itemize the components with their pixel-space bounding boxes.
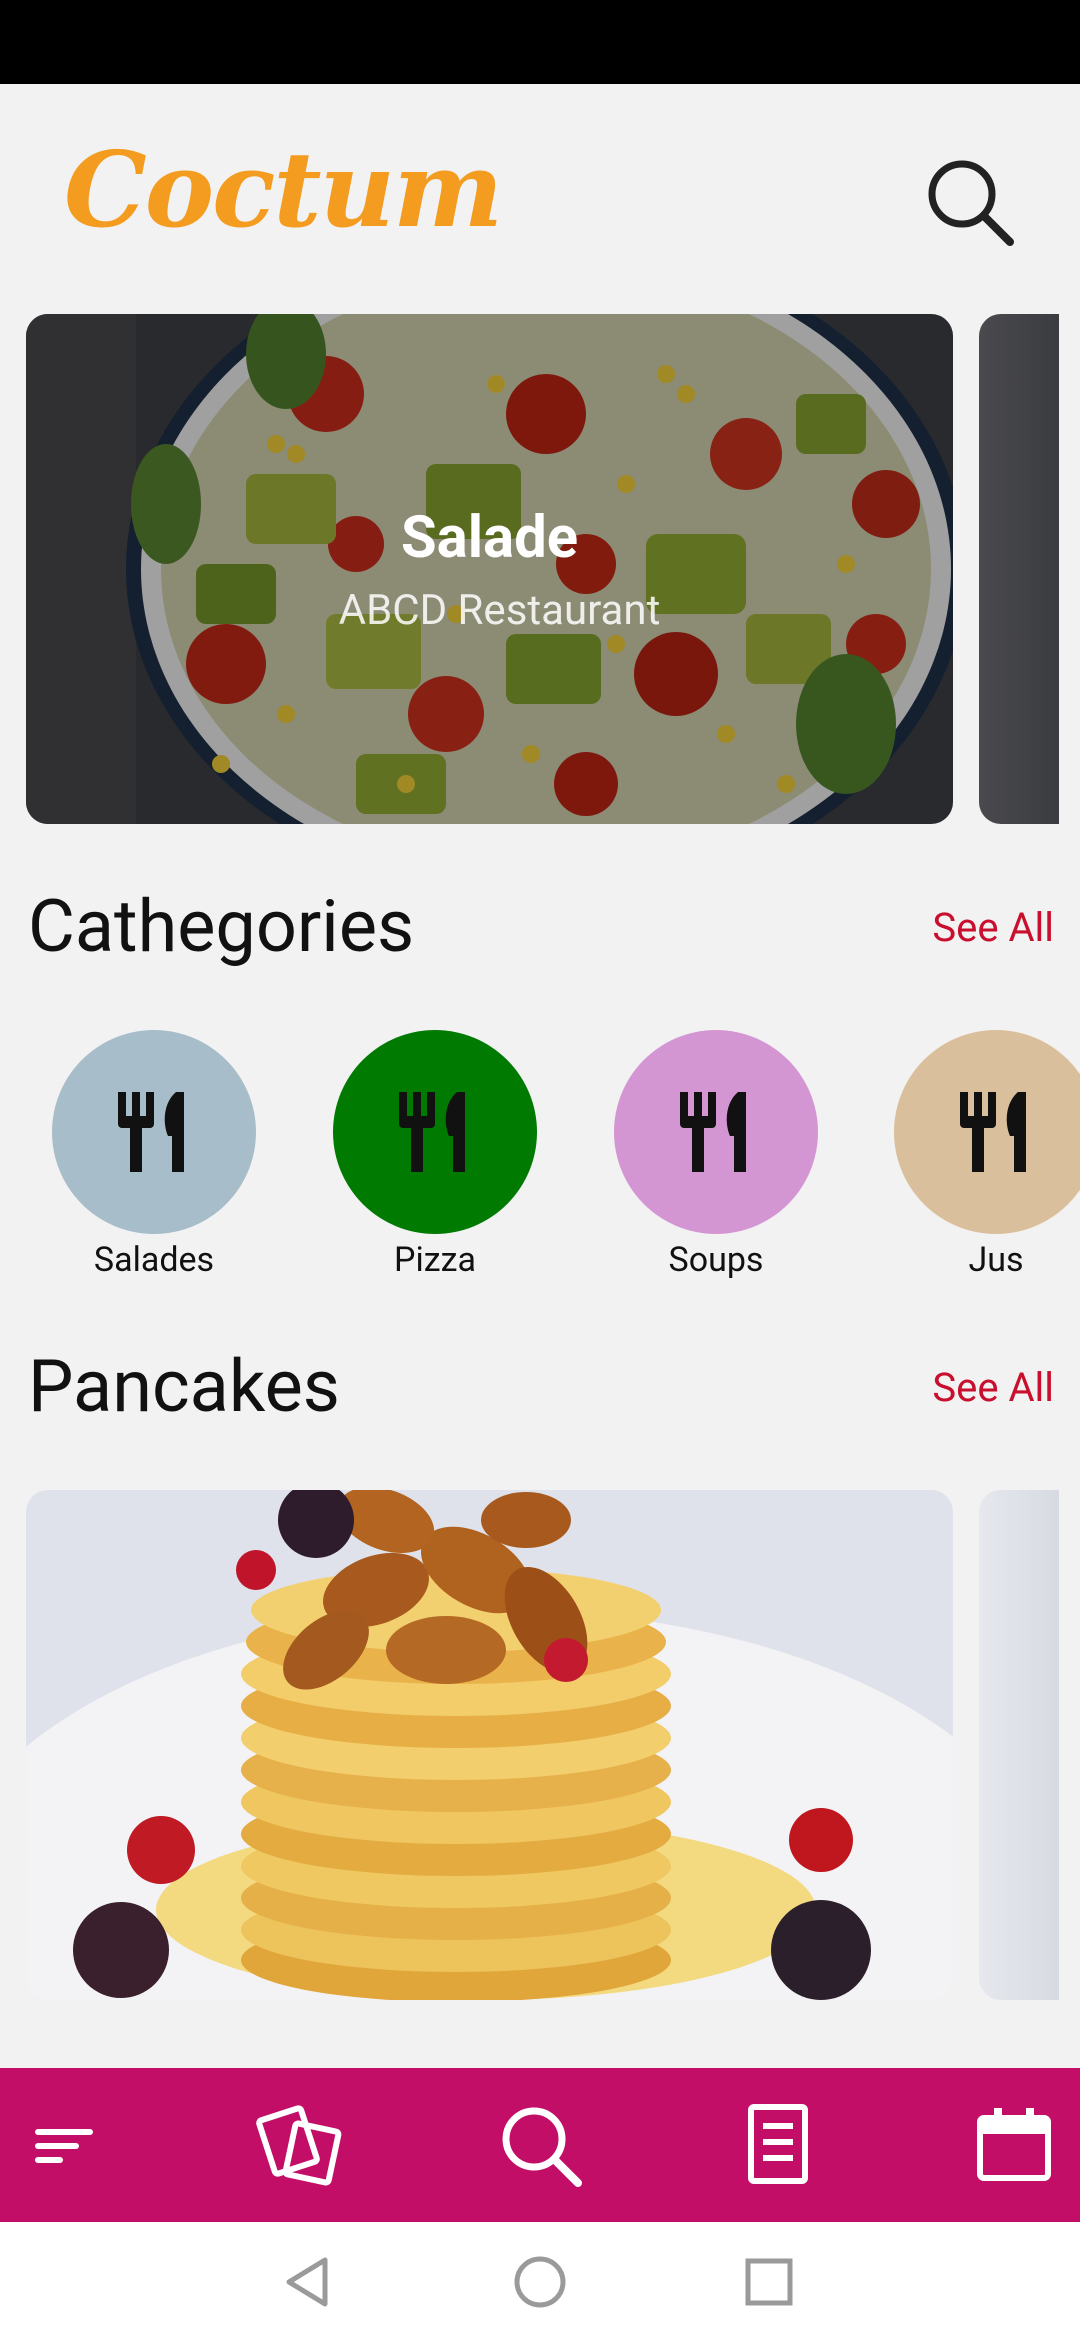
pancakes-title: Pancakes [28, 1344, 340, 1429]
categories-list[interactable]: Salades Pizza Soups Jus [0, 1030, 1080, 1290]
categories-see-all-link[interactable]: See All [932, 904, 1054, 951]
category-circle [614, 1030, 818, 1234]
nav-menu-button[interactable] [18, 2098, 114, 2194]
home-icon[interactable] [510, 2252, 570, 2312]
app-logo: Coctum [64, 128, 503, 251]
category-circle [894, 1030, 1080, 1234]
pancake-card-next[interactable] [979, 1490, 1059, 2000]
nav-calendar-button[interactable] [966, 2098, 1062, 2194]
category-label: Soups [668, 1240, 764, 1280]
featured-subtitle: ABCD Restaurant [338, 586, 661, 635]
fork-knife-icon [960, 1092, 1026, 1172]
category-circle [333, 1030, 537, 1234]
pancakes-see-all-link[interactable]: See All [932, 1364, 1054, 1411]
recents-icon[interactable] [739, 2252, 799, 2312]
fork-knife-icon [399, 1092, 465, 1172]
document-icon [748, 2104, 808, 2184]
app-header: Coctum [0, 84, 1080, 314]
nav-search-button[interactable] [493, 2098, 589, 2194]
category-label: Salades [93, 1240, 215, 1280]
fork-knife-icon [118, 1092, 184, 1172]
pancake-card[interactable] [26, 1490, 953, 2000]
cards-icon [256, 2105, 342, 2186]
nav-document-button[interactable] [730, 2098, 826, 2194]
status-bar [0, 0, 1080, 84]
featured-card-next[interactable] [979, 314, 1059, 824]
pancakes-carousel[interactable] [0, 1490, 1080, 2000]
categories-title: Cathegories [28, 884, 415, 969]
featured-card-salade[interactable]: Salade ABCD Restaurant [26, 314, 953, 824]
search-icon [502, 2107, 582, 2187]
fork-knife-icon [680, 1092, 746, 1172]
back-icon[interactable] [279, 2252, 339, 2312]
category-item-salades[interactable]: Salades [52, 1030, 256, 1280]
search-button[interactable] [922, 154, 1018, 250]
bottom-nav-bar [0, 2068, 1080, 2222]
category-label: Pizza [394, 1240, 476, 1280]
pancake-image [26, 1490, 953, 2000]
featured-title: Salade [400, 504, 579, 572]
featured-carousel[interactable]: Salade ABCD Restaurant [0, 314, 1080, 824]
category-item-soups[interactable]: Soups [614, 1030, 818, 1280]
category-circle [52, 1030, 256, 1234]
category-item-jus[interactable]: Jus [894, 1030, 1080, 1280]
category-label: Jus [968, 1240, 1024, 1280]
search-icon [928, 160, 1014, 246]
menu-icon [35, 2129, 93, 2163]
calendar-icon [977, 2108, 1051, 2181]
system-nav-bar [0, 2222, 1080, 2340]
nav-cards-button[interactable] [253, 2098, 349, 2194]
category-item-pizza[interactable]: Pizza [333, 1030, 537, 1280]
